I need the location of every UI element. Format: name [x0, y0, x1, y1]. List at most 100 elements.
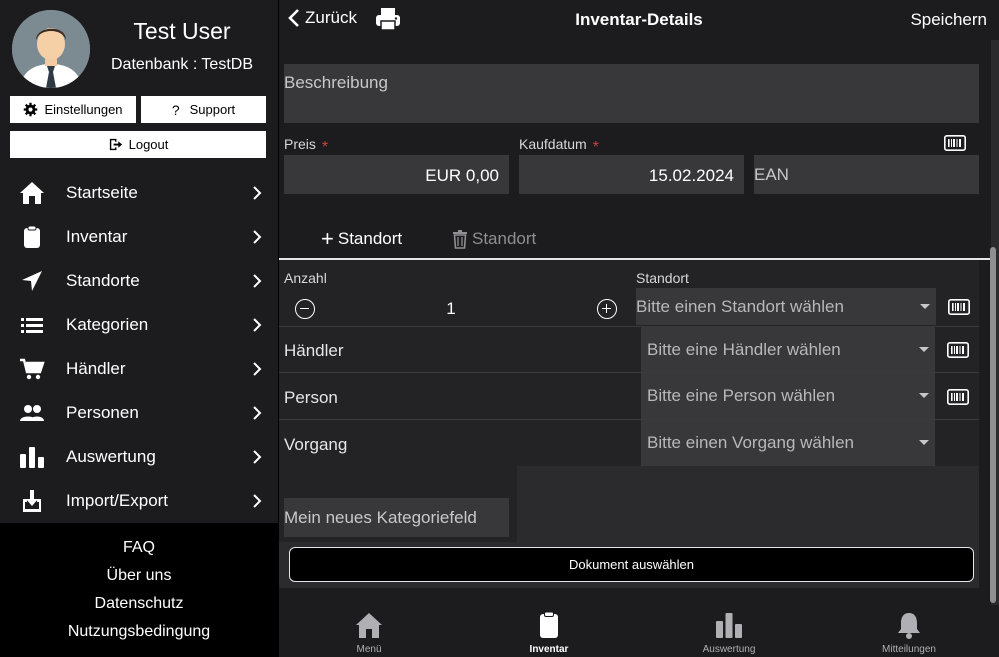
- download-icon: [19, 489, 45, 513]
- tab-menu[interactable]: Menü: [279, 605, 459, 657]
- sidebar-item-haendler[interactable]: Händler: [0, 347, 278, 391]
- tab-label: Auswertung: [702, 644, 756, 655]
- barcode-icon[interactable]: [947, 342, 969, 358]
- tab-label: Inventar: [529, 644, 569, 655]
- sidebar-item-standorte[interactable]: Standorte: [0, 259, 278, 303]
- support-button[interactable]: ? Support: [141, 96, 266, 123]
- settings-button[interactable]: Einstellungen: [10, 96, 136, 123]
- sidebar-item-label: Startseite: [66, 183, 138, 202]
- dropdown-caret-icon: [919, 346, 929, 352]
- person-label: Person: [284, 388, 338, 407]
- question-icon: ?: [171, 101, 180, 118]
- barcode-icon[interactable]: [948, 299, 970, 315]
- save-button[interactable]: Speichern: [910, 10, 987, 30]
- page-title: Inventar-Details: [575, 10, 703, 29]
- barcode-icon[interactable]: [944, 135, 966, 151]
- bell-icon: [898, 613, 920, 639]
- custom-field-placeholder: Mein neues Kategoriefeld: [284, 508, 477, 527]
- increment-button[interactable]: [597, 299, 617, 319]
- tab-mitteilungen[interactable]: Mitteilungen: [819, 605, 999, 657]
- ean-field[interactable]: EAN: [754, 155, 979, 194]
- ean-placeholder: EAN: [754, 165, 789, 184]
- logout-label: Logout: [128, 137, 169, 152]
- tab-inventar[interactable]: Inventar: [459, 605, 639, 657]
- dropdown-caret-icon: [919, 393, 929, 398]
- required-mark: *: [592, 139, 599, 156]
- price-value: EUR 0,00: [425, 166, 499, 185]
- clipboard-icon: [19, 225, 45, 249]
- database-name: Datenbank : TestDB: [110, 56, 253, 73]
- about-link[interactable]: Über uns: [0, 567, 278, 585]
- process-select[interactable]: Bitte einen Vorgang wählen: [641, 420, 935, 466]
- process-label: Vorgang: [284, 435, 348, 454]
- location-select[interactable]: Bitte einen Standort wählen: [636, 288, 936, 325]
- chevron-right-icon: [253, 318, 262, 332]
- sidebar-item-label: Händler: [66, 359, 126, 378]
- chart-icon: [716, 613, 742, 638]
- dealer-select[interactable]: Bitte eine Händler wählen: [641, 327, 935, 372]
- people-icon: [19, 401, 45, 425]
- quantity-value: 1: [446, 299, 456, 318]
- chevron-right-icon: [253, 450, 262, 464]
- home-icon: [356, 613, 382, 638]
- price-field[interactable]: EUR 0,00: [284, 155, 509, 194]
- sidebar-item-label: Personen: [66, 403, 139, 422]
- form-content: Beschreibung Preis * EUR 0,00 Kaufdatum * …: [279, 40, 991, 605]
- settings-label: Einstellungen: [44, 102, 123, 117]
- sidebar-item-label: Inventar: [66, 227, 128, 246]
- add-location-tab[interactable]: + Standort: [321, 226, 402, 251]
- dealer-label: Händler: [284, 341, 344, 360]
- quantity-label: Anzahl: [284, 270, 327, 286]
- chevron-right-icon: [253, 230, 262, 244]
- sidebar-item-import-export[interactable]: Import/Export: [0, 479, 278, 523]
- main-panel: Zurück Inventar-Details Speichern Beschr…: [279, 0, 999, 657]
- chevron-right-icon: [253, 186, 262, 200]
- tab-label: Mitteilungen: [882, 644, 936, 655]
- dealer-placeholder: Bitte eine Händler wählen: [647, 339, 841, 359]
- sidebar-item-kategorien[interactable]: Kategorien: [0, 303, 278, 347]
- barcode-icon[interactable]: [947, 389, 969, 405]
- cart-icon: [19, 357, 45, 381]
- sidebar-item-personen[interactable]: Personen: [0, 391, 278, 435]
- sidebar-footer: FAQ Über uns Datenschutz Nutzungsbedingu…: [0, 523, 278, 657]
- sidebar: Test User Datenbank : TestDB Einstellung…: [0, 0, 278, 657]
- sidebar-item-inventar[interactable]: Inventar: [0, 215, 278, 259]
- description-field[interactable]: Beschreibung: [284, 64, 979, 123]
- clipboard-icon: [540, 611, 558, 638]
- delete-location-tab[interactable]: Standort: [452, 229, 536, 249]
- sidebar-nav: Startseite Inventar Standorte Kategorien: [0, 171, 278, 523]
- decrement-button[interactable]: [295, 299, 315, 319]
- price-label-text: Preis: [284, 136, 316, 152]
- purchase-date-label: Kaufdatum *: [519, 136, 599, 156]
- chevron-right-icon: [253, 274, 262, 288]
- dropdown-caret-icon: [920, 303, 930, 309]
- logout-button[interactable]: Logout: [10, 131, 266, 158]
- purchase-date-value: 15.02.2024: [648, 166, 734, 185]
- delete-location-label: Standort: [472, 229, 537, 248]
- chevron-right-icon: [253, 406, 262, 420]
- home-icon: [19, 181, 45, 205]
- tab-auswertung[interactable]: Auswertung: [639, 605, 819, 657]
- process-placeholder: Bitte einen Vorgang wählen: [647, 433, 854, 452]
- select-document-button[interactable]: Dokument auswählen: [289, 547, 974, 582]
- purchase-date-field[interactable]: 15.02.2024: [519, 155, 744, 194]
- scrollbar[interactable]: [990, 247, 996, 603]
- privacy-link[interactable]: Datenschutz: [0, 595, 278, 613]
- dropdown-caret-icon: [919, 440, 929, 445]
- plus-icon: +: [321, 226, 334, 251]
- chart-icon: [19, 445, 45, 469]
- sidebar-item-startseite[interactable]: Startseite: [0, 171, 278, 215]
- chevron-right-icon: [253, 494, 262, 508]
- user-name: Test User: [133, 18, 231, 44]
- logout-icon: [109, 138, 122, 151]
- sidebar-item-label: Kategorien: [66, 315, 149, 334]
- faq-link[interactable]: FAQ: [0, 539, 278, 557]
- purchase-date-label-text: Kaufdatum: [519, 136, 587, 152]
- description-placeholder: Beschreibung: [284, 73, 388, 92]
- person-select[interactable]: Bitte eine Person wählen: [641, 373, 935, 419]
- terms-link[interactable]: Nutzungsbedingung: [0, 623, 278, 641]
- sidebar-item-auswertung[interactable]: Auswertung: [0, 435, 278, 479]
- custom-category-field[interactable]: Mein neues Kategoriefeld: [284, 498, 509, 537]
- trash-icon: [453, 230, 467, 249]
- custom-field-spacer: [517, 466, 979, 542]
